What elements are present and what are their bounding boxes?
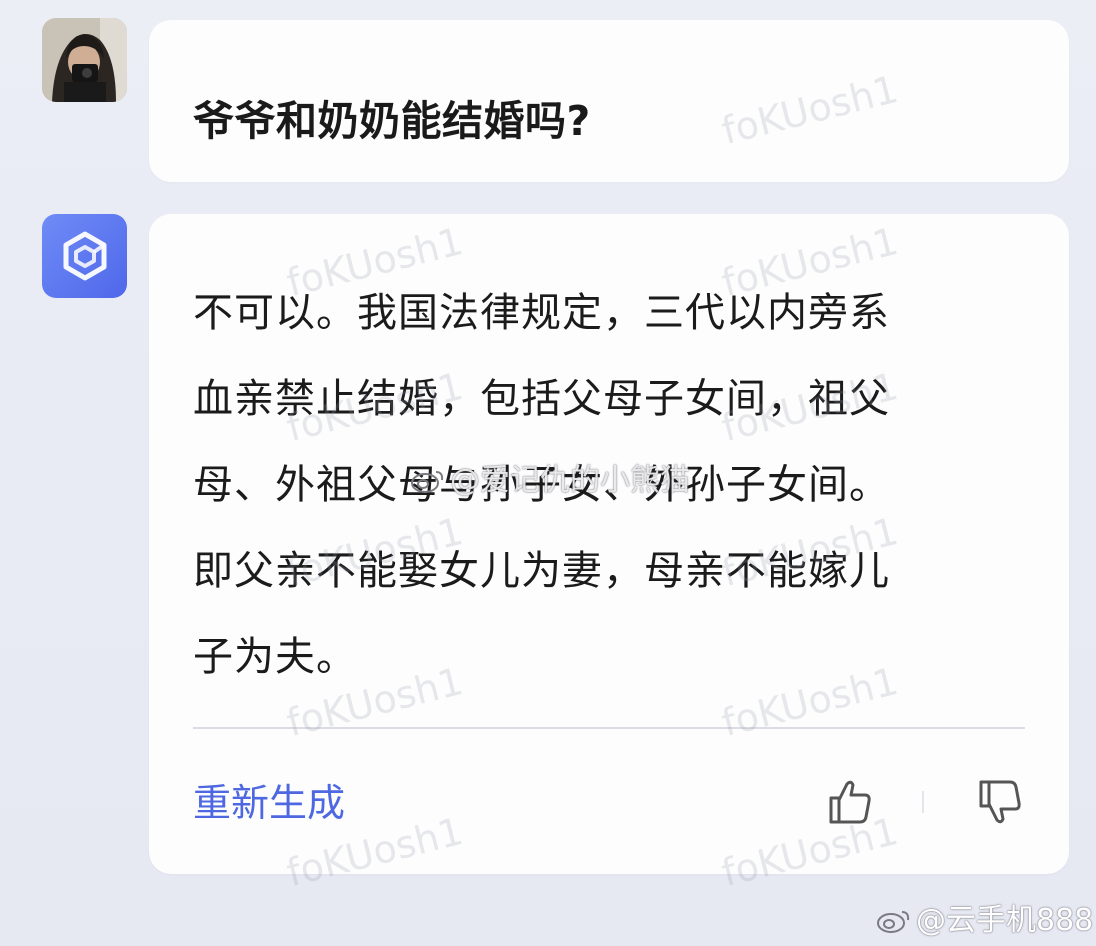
regenerate-button[interactable]: 重新生成 <box>193 777 345 829</box>
weibo-logo-icon <box>877 911 910 933</box>
user-avatar[interactable] <box>42 18 127 102</box>
assistant-avatar <box>42 214 127 298</box>
answer-line: 血亲禁止结婚，包括父母子女间，祖父 <box>193 376 890 422</box>
weibo-watermark-bottom-text: @云手机888 <box>916 903 1094 938</box>
like-button[interactable] <box>825 776 875 828</box>
weibo-watermark-bottom: @云手机888 <box>876 895 1093 939</box>
weibo-logo-icon <box>411 471 444 493</box>
user-message-bubble: 爷爷和奶奶能结婚吗? <box>149 20 1069 182</box>
footer-divider <box>193 727 1025 729</box>
thumbs-up-icon <box>829 780 871 824</box>
user-avatar-photo <box>42 18 127 102</box>
answer-line: 即父亲不能娶女儿为妻，母亲不能嫁儿 <box>193 548 890 594</box>
user-question-text: 爷爷和奶奶能结婚吗? <box>193 97 591 145</box>
answer-line: 不可以。我国法律规定，三代以内旁系 <box>193 290 890 336</box>
thumbs-down-icon <box>979 780 1021 824</box>
answer-line: 子为夫。 <box>193 634 357 680</box>
weibo-watermark-middle: @爱记仇的小熊猫 <box>410 455 690 499</box>
weibo-watermark-middle-text: @爱记仇的小熊猫 <box>450 463 690 498</box>
hexagon-logo-icon <box>63 231 106 281</box>
dislike-button[interactable] <box>975 776 1025 828</box>
assistant-message-bubble: 不可以。我国法律规定，三代以内旁系 血亲禁止结婚，包括父母子女间，祖父 母、外祖… <box>149 214 1069 874</box>
feedback-separator <box>922 791 924 813</box>
